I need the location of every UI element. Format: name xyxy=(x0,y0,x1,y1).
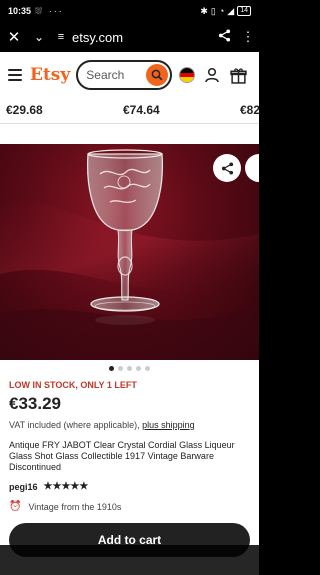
gift-icon[interactable] xyxy=(229,66,247,84)
carousel-dot[interactable] xyxy=(127,366,132,371)
carousel-dot[interactable] xyxy=(136,366,141,371)
carousel-dot[interactable] xyxy=(145,366,150,371)
overflow-menu-icon[interactable]: ⋮ xyxy=(237,29,259,45)
image-carousel-dots xyxy=(0,366,259,371)
vat-text: VAT included (where applicable), xyxy=(9,420,143,430)
search-placeholder: Search xyxy=(86,68,125,82)
listing-title: Antique FRY JABOT Clear Crystal Cordial … xyxy=(9,440,235,472)
status-bar: 10:35 ⛆ ··· ✱ ▯ ◔ ◢ 14 xyxy=(0,0,259,22)
site-settings-icon[interactable]: ≡ xyxy=(50,31,72,43)
vintage-text: Vintage from the 1910s xyxy=(28,501,122,512)
recommended-price[interactable]: €74.64 xyxy=(123,103,160,117)
product-image[interactable] xyxy=(0,144,259,360)
vintage-note: ⏰ Vintage from the 1910s xyxy=(9,501,121,512)
chevron-down-icon[interactable]: ⌄ xyxy=(28,30,50,44)
status-time: 10:35 xyxy=(8,6,32,16)
wifi-icon: ◔ xyxy=(218,6,225,16)
star-rating: ★★★★★ xyxy=(43,481,89,492)
status-right-icons: ✱ ▯ ◔ ◢ 14 xyxy=(200,6,251,17)
etsy-page: Etsy Search €29.68 €74.64 €82 LOW IN STO… xyxy=(0,52,259,575)
search-button[interactable] xyxy=(146,64,169,86)
close-icon[interactable]: ✕ xyxy=(0,28,28,46)
share-icon[interactable] xyxy=(211,29,237,45)
seller-info: pegi16 ★★★★★ xyxy=(9,481,88,492)
signal-icon: ◢ xyxy=(227,5,235,16)
share-icon xyxy=(221,161,233,175)
germany-flag-icon[interactable] xyxy=(179,67,196,83)
battery-icon: 14 xyxy=(237,6,251,16)
image-share-button[interactable] xyxy=(213,154,241,182)
recommended-price[interactable]: €82 xyxy=(240,103,259,117)
etsy-header: Etsy Search xyxy=(0,52,259,98)
recommended-price[interactable]: €29.68 xyxy=(6,103,43,117)
notification-icons: ⛆ ··· xyxy=(35,5,64,16)
browser-toolbar: ✕ ⌄ ≡ etsy.com ⋮ xyxy=(0,22,259,52)
vat-note: VAT included (where applicable), plus sh… xyxy=(9,420,195,430)
etsy-logo[interactable]: Etsy xyxy=(30,65,70,85)
stock-alert: LOW IN STOCK, ONLY 1 LEFT xyxy=(9,380,137,390)
recommended-prices-row: €29.68 €74.64 €82 xyxy=(0,98,259,124)
vibrate-icon: ▯ xyxy=(210,5,216,16)
shipping-link[interactable]: plus shipping xyxy=(142,420,195,430)
clock-icon: ⏰ xyxy=(9,501,22,512)
seller-name[interactable]: pegi16 xyxy=(9,482,38,492)
system-navigation-bar xyxy=(0,545,259,575)
bluetooth-icon: ✱ xyxy=(200,5,208,16)
carousel-dot[interactable] xyxy=(109,366,114,371)
search-icon xyxy=(151,69,163,81)
account-icon[interactable] xyxy=(203,66,221,84)
listing-price: €33.29 xyxy=(9,394,61,413)
search-input[interactable]: Search xyxy=(76,60,173,90)
url-text[interactable]: etsy.com xyxy=(72,30,123,45)
hamburger-menu-icon[interactable] xyxy=(8,69,22,81)
carousel-dot[interactable] xyxy=(118,366,123,371)
